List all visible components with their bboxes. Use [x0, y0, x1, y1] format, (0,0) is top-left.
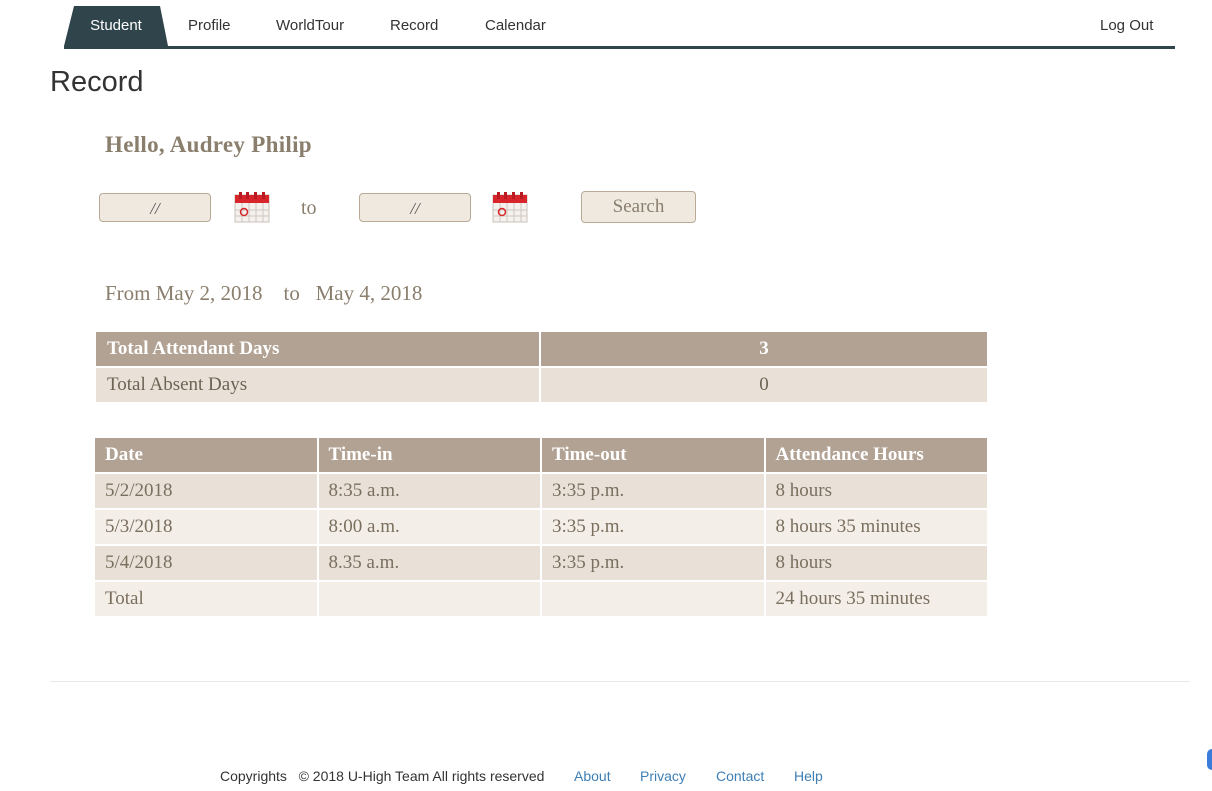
- footer-link-about[interactable]: About: [574, 768, 611, 784]
- column-header-time-out: Time-out: [542, 438, 766, 474]
- nav-tab-student-label: Student: [90, 17, 142, 34]
- from-date-input[interactable]: //: [99, 193, 211, 222]
- from-calendar-icon[interactable]: [234, 191, 270, 223]
- column-header-date: Date: [95, 438, 319, 474]
- range-end: May 4, 2018: [315, 281, 423, 305]
- attendance-table: Date Time-in Time-out Attendance Hours 5…: [95, 438, 989, 618]
- page: Student Profile WorldTour Record Calenda…: [0, 0, 1212, 791]
- cell-time-in: 8:00 a.m.: [318, 510, 542, 546]
- table-row-total: Total 24 hours 35 minutes: [95, 582, 989, 618]
- nav-tab-record[interactable]: Record: [390, 17, 438, 34]
- page-title: Record: [50, 66, 144, 98]
- logout-link[interactable]: Log Out: [1100, 17, 1153, 34]
- range-to: to: [283, 281, 300, 305]
- summary-absent-value: 0: [541, 368, 989, 404]
- column-header-hours: Attendance Hours: [765, 438, 989, 474]
- cell-time-out: 3:35 p.m.: [542, 474, 766, 510]
- to-date-input[interactable]: //: [359, 193, 471, 222]
- summary-attendant-value: 3: [541, 332, 989, 368]
- cell-hours: 8 hours: [765, 474, 989, 510]
- cell-time-in: 8:35 a.m.: [318, 474, 542, 510]
- cell-time-out: 3:35 p.m.: [542, 546, 766, 582]
- to-calendar-icon[interactable]: [492, 191, 528, 223]
- table-row: 5/4/2018 8.35 a.m. 3:35 p.m. 8 hours: [95, 546, 989, 582]
- cell-time-out: 3:35 p.m.: [542, 510, 766, 546]
- nav-tab-student[interactable]: Student: [64, 6, 170, 46]
- greeting: Hello, Audrey Philip: [105, 132, 312, 157]
- search-button[interactable]: Search: [581, 191, 696, 223]
- cell-empty: [542, 582, 766, 618]
- nav-tab-calendar[interactable]: Calendar: [485, 17, 546, 34]
- cell-time-in: 8.35 a.m.: [318, 546, 542, 582]
- cell-date: 5/2/2018: [95, 474, 319, 510]
- cell-total-hours: 24 hours 35 minutes: [765, 582, 989, 618]
- to-label: to: [301, 197, 317, 219]
- footer-link-privacy[interactable]: Privacy: [640, 768, 686, 784]
- cell-hours: 8 hours: [765, 546, 989, 582]
- footer-link-help[interactable]: Help: [794, 768, 823, 784]
- floating-widget-edge[interactable]: [1207, 749, 1212, 770]
- summary-row-absent: Total Absent Days 0: [96, 368, 989, 404]
- attendance-header-row: Date Time-in Time-out Attendance Hours: [95, 438, 989, 474]
- cell-empty: [318, 582, 542, 618]
- cell-total-label: Total: [95, 582, 319, 618]
- summary-absent-label: Total Absent Days: [96, 368, 541, 404]
- cell-date: 5/3/2018: [95, 510, 319, 546]
- cell-hours: 8 hours 35 minutes: [765, 510, 989, 546]
- table-row: 5/3/2018 8:00 a.m. 3:35 p.m. 8 hours 35 …: [95, 510, 989, 546]
- copyright-text: Copyrights © 2018 U-High Team All rights…: [220, 768, 545, 784]
- cell-date: 5/4/2018: [95, 546, 319, 582]
- nav-tab-profile[interactable]: Profile: [188, 17, 231, 34]
- summary-row-attendant: Total Attendant Days 3: [96, 332, 989, 368]
- range-from: From May 2, 2018: [105, 281, 263, 305]
- table-row: 5/2/2018 8:35 a.m. 3:35 p.m. 8 hours: [95, 474, 989, 510]
- summary-attendant-label: Total Attendant Days: [96, 332, 541, 368]
- column-header-time-in: Time-in: [318, 438, 542, 474]
- top-nav: Student Profile WorldTour Record Calenda…: [64, 0, 1175, 49]
- summary-table: Total Attendant Days 3 Total Absent Days…: [96, 332, 989, 404]
- date-range-text: From May 2, 2018 to May 4, 2018: [105, 281, 422, 306]
- footer-link-contact[interactable]: Contact: [716, 768, 764, 784]
- footer-divider: [50, 681, 1190, 682]
- nav-tab-worldtour[interactable]: WorldTour: [276, 17, 344, 34]
